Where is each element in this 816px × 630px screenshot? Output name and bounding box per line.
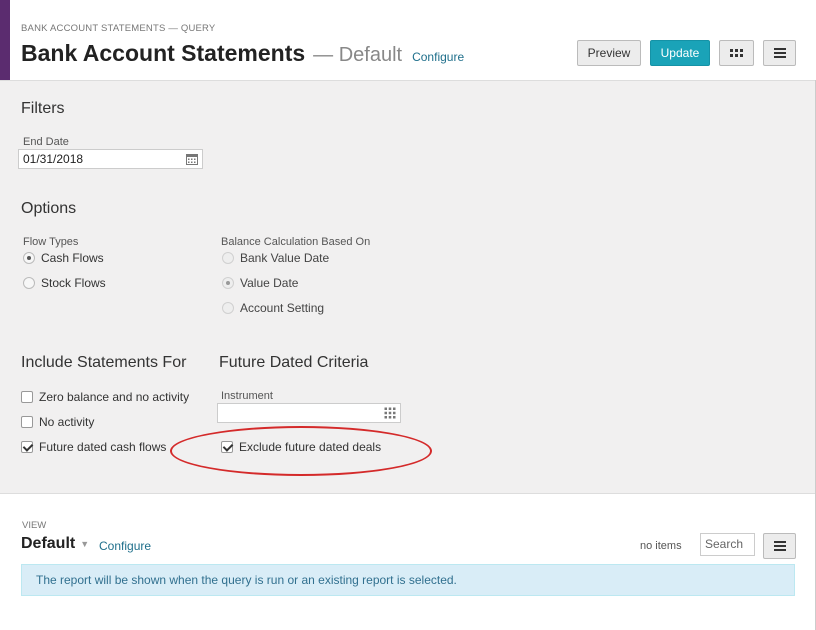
radio-label: Cash Flows bbox=[41, 251, 104, 265]
flow-types-label: Flow Types bbox=[23, 236, 79, 248]
checkbox-indicator[interactable] bbox=[21, 391, 33, 403]
item-count: no items bbox=[640, 540, 682, 552]
view-menu-button[interactable] bbox=[763, 533, 796, 559]
filters-panel: Filters End Date 01/31/2018 Options Flow… bbox=[0, 80, 815, 494]
radio-label: Bank Value Date bbox=[240, 251, 330, 265]
checkbox-no-activity[interactable]: No activity bbox=[21, 415, 94, 429]
options-heading: Options bbox=[21, 200, 77, 217]
grid-view-button[interactable] bbox=[719, 40, 754, 66]
view-label: VIEW bbox=[22, 520, 47, 531]
end-date-label: End Date bbox=[23, 136, 69, 148]
checkbox-indicator[interactable] bbox=[21, 441, 33, 453]
balance-calc-label: Balance Calculation Based On bbox=[221, 236, 371, 248]
checkbox-zero-balance[interactable]: Zero balance and no activity bbox=[21, 390, 189, 404]
update-button[interactable]: Update bbox=[650, 40, 710, 66]
radio-value-date[interactable]: Value Date bbox=[222, 276, 298, 290]
page-subtitle: — Default bbox=[313, 44, 403, 66]
calendar-icon[interactable] bbox=[186, 153, 198, 165]
radio-label: Stock Flows bbox=[41, 276, 106, 290]
menu-icon bbox=[773, 48, 786, 58]
instrument-label: Instrument bbox=[221, 390, 273, 402]
view-section: VIEW Default ▼ Configure no items Search… bbox=[0, 494, 815, 630]
include-statements-heading: Include Statements For bbox=[21, 354, 187, 371]
checkbox-indicator[interactable] bbox=[21, 416, 33, 428]
caret-down-icon[interactable]: ▼ bbox=[80, 539, 89, 549]
end-date-input[interactable]: 01/31/2018 bbox=[18, 149, 203, 169]
radio-stock-flows[interactable]: Stock Flows bbox=[23, 276, 106, 290]
end-date-value: 01/31/2018 bbox=[23, 152, 84, 166]
accent-bar bbox=[0, 0, 10, 80]
radio-label: Account Setting bbox=[240, 301, 325, 315]
radio-indicator[interactable] bbox=[23, 252, 35, 264]
instrument-input[interactable] bbox=[217, 403, 401, 423]
red-highlight-ellipse bbox=[170, 426, 432, 476]
view-name: Default bbox=[21, 535, 76, 552]
radio-indicator[interactable] bbox=[222, 252, 234, 264]
filters-heading: Filters bbox=[21, 100, 65, 117]
info-message: The report will be shown when the query … bbox=[21, 564, 795, 596]
breadcrumb: BANK ACCOUNT STATEMENTS — QUERY bbox=[21, 23, 216, 34]
checkbox-future-dated-cash-flows[interactable]: Future dated cash flows bbox=[21, 440, 166, 454]
page-title: Bank Account Statements bbox=[21, 40, 306, 66]
checkbox-label: Zero balance and no activity bbox=[39, 390, 190, 404]
search-input[interactable]: Search bbox=[700, 533, 755, 556]
radio-indicator[interactable] bbox=[23, 277, 35, 289]
configure-link[interactable]: Configure bbox=[412, 50, 464, 64]
header-menu-button[interactable] bbox=[763, 40, 796, 66]
radio-cash-flows[interactable]: Cash Flows bbox=[23, 251, 104, 265]
radio-indicator[interactable] bbox=[222, 277, 234, 289]
menu-icon bbox=[773, 541, 786, 551]
view-configure-link[interactable]: Configure bbox=[99, 539, 151, 553]
radio-account-setting[interactable]: Account Setting bbox=[222, 301, 324, 315]
checkbox-label: Future dated cash flows bbox=[39, 440, 167, 454]
radio-bank-value-date[interactable]: Bank Value Date bbox=[222, 251, 329, 265]
future-dated-heading: Future Dated Criteria bbox=[219, 354, 369, 371]
radio-label: Value Date bbox=[240, 276, 299, 290]
checkbox-label: No activity bbox=[39, 415, 95, 429]
view-selector[interactable]: Default ▼ bbox=[21, 535, 89, 553]
title-row: Bank Account Statements — Default Config… bbox=[21, 40, 464, 67]
grid-icon bbox=[730, 49, 743, 57]
radio-indicator[interactable] bbox=[222, 302, 234, 314]
preview-button[interactable]: Preview bbox=[577, 40, 641, 66]
grid-picker-icon[interactable] bbox=[384, 407, 396, 419]
